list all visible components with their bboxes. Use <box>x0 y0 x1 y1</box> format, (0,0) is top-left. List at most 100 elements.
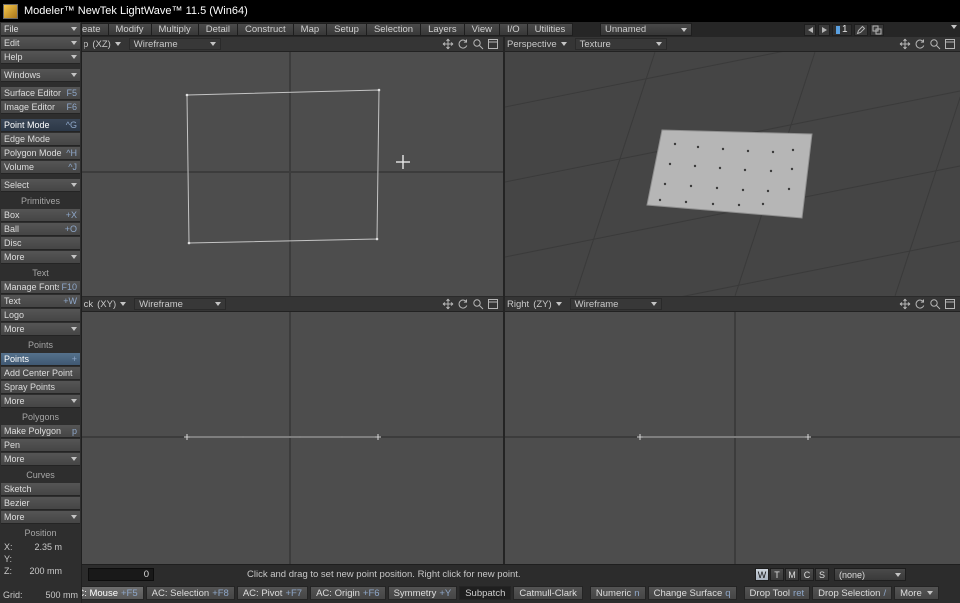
vmap-morph-button[interactable]: M <box>785 568 799 581</box>
tab-view[interactable]: View <box>463 23 499 36</box>
text-tool-button[interactable]: Text +W <box>1 295 80 308</box>
object-name-dropdown[interactable]: Unnamed <box>600 23 692 36</box>
layer-indicator[interactable]: 1 <box>832 23 852 36</box>
layer-prev-button[interactable] <box>804 23 816 36</box>
zoom-icon[interactable] <box>472 298 484 310</box>
pen-tool-button[interactable]: Pen <box>1 439 80 452</box>
vmap-color-button[interactable]: C <box>800 568 814 581</box>
tab-setup[interactable]: Setup <box>326 23 366 36</box>
viewport-mode-dropdown[interactable]: Wireframe <box>134 298 227 310</box>
viewport-right-zy[interactable] <box>505 312 960 564</box>
subpatch-button[interactable]: Subpatch <box>459 586 512 600</box>
edge-mode-button[interactable]: Edge Mode <box>1 133 80 146</box>
points-more-button[interactable]: More <box>1 395 80 408</box>
volume-mode-button[interactable]: Volume ^J <box>1 161 80 174</box>
pen-tool-label: Pen <box>4 440 21 450</box>
change-surface-button[interactable]: Change Surface q <box>647 586 737 600</box>
maximize-icon[interactable] <box>487 298 499 310</box>
disc-tool-button[interactable]: Disc <box>1 237 80 250</box>
select-menu-button[interactable]: Select <box>1 179 80 192</box>
rotate-icon[interactable] <box>457 298 469 310</box>
tab-multiply[interactable]: Multiply <box>150 23 198 36</box>
bezier-tool-button[interactable]: Bezier <box>1 497 80 510</box>
vmap-weight-button[interactable]: W <box>755 568 769 581</box>
volume-mode-label: Volume <box>4 162 35 172</box>
points-tool-button[interactable]: Points + <box>1 353 80 366</box>
polygon-mode-button[interactable]: Polygon Mode ^H <box>1 147 80 160</box>
make-polygon-button[interactable]: Make Polygon p <box>1 425 80 438</box>
numeric-button[interactable]: Numeric n <box>589 586 646 600</box>
logo-tool-button[interactable]: Logo <box>1 309 80 322</box>
manage-fonts-button[interactable]: Manage Fonts F10 <box>1 281 80 294</box>
layer-next-button[interactable] <box>818 23 830 36</box>
tab-construct[interactable]: Construct <box>237 23 293 36</box>
spray-points-button[interactable]: Spray Points <box>1 381 80 394</box>
rotate-icon[interactable] <box>914 298 926 310</box>
viewport-top-xz[interactable] <box>82 52 503 296</box>
windows-menu-button[interactable]: Windows <box>1 69 80 82</box>
ac-origin-button[interactable]: AC: Origin +F6 <box>310 586 386 600</box>
curves-more-button[interactable]: More <box>1 511 80 524</box>
primitives-more-button[interactable]: More <box>1 251 80 264</box>
bg-layer-button[interactable] <box>869 23 884 36</box>
viewport-mode-dropdown[interactable]: Wireframe <box>569 298 662 310</box>
tab-io[interactable]: I/O <box>499 23 527 36</box>
pan-icon[interactable] <box>442 298 454 310</box>
viewport-name-dropdown[interactable]: Back(XY) <box>84 299 127 310</box>
rotate-icon[interactable] <box>457 38 469 50</box>
vmap-selection-button[interactable]: S <box>815 568 829 581</box>
tab-create[interactable]: Create <box>82 23 108 36</box>
pan-icon[interactable] <box>899 38 911 50</box>
zoom-icon[interactable] <box>929 38 941 50</box>
polygons-more-button[interactable]: More <box>1 453 80 466</box>
symmetry-button[interactable]: Symmetry +Y <box>387 586 458 600</box>
surface-editor-button[interactable]: Surface Editor F5 <box>1 87 80 100</box>
ball-tool-button[interactable]: Ball +O <box>1 223 80 236</box>
tab-selection[interactable]: Selection <box>365 23 421 36</box>
zoom-icon[interactable] <box>929 298 941 310</box>
help-menu-button[interactable]: Help <box>1 51 80 64</box>
tab-modify[interactable]: Modify <box>107 23 151 36</box>
vmap-dropdown[interactable]: (none) <box>834 568 906 581</box>
add-center-point-button[interactable]: Add Center Point <box>1 367 80 380</box>
maximize-icon[interactable] <box>944 38 956 50</box>
windows-menu-label: Windows <box>4 70 41 80</box>
numeric-input[interactable]: 0 <box>88 568 154 581</box>
viewport-back-xy[interactable] <box>82 312 503 564</box>
ac-selection-button[interactable]: AC: Selection +F8 <box>145 586 235 600</box>
ac-pivot-button[interactable]: AC: Pivot +F7 <box>236 586 309 600</box>
tab-layers[interactable]: Layers <box>420 23 464 36</box>
left-sidebar: File Edit Help Windows Surface Editor F5 … <box>0 22 82 603</box>
maximize-icon[interactable] <box>487 38 499 50</box>
pan-icon[interactable] <box>899 298 911 310</box>
drop-selection-button[interactable]: Drop Selection / <box>812 586 893 600</box>
tab-detail[interactable]: Detail <box>197 23 237 36</box>
tab-overflow-dropdown[interactable] <box>951 25 957 29</box>
sketch-tool-button[interactable]: Sketch <box>1 483 80 496</box>
point-mode-button[interactable]: Point Mode ^G <box>1 119 80 132</box>
viewport-name-dropdown[interactable]: Right (ZY) <box>507 299 562 310</box>
tab-map[interactable]: Map <box>292 23 327 36</box>
text-more-button[interactable]: More <box>1 323 80 336</box>
rotate-icon[interactable] <box>914 38 926 50</box>
vmap-texture-button[interactable]: T <box>770 568 784 581</box>
fg-layer-button[interactable] <box>853 23 868 36</box>
zoom-icon[interactable] <box>472 38 484 50</box>
viewport-mode-dropdown[interactable]: Wireframe <box>128 38 221 50</box>
viewport-mode-dropdown[interactable]: Texture <box>574 38 667 50</box>
tab-utilities[interactable]: Utilities <box>526 23 574 36</box>
catmull-clark-button[interactable]: Catmull-Clark <box>513 586 583 600</box>
image-editor-button[interactable]: Image Editor F6 <box>1 101 80 114</box>
viewport-splitter[interactable] <box>503 37 505 564</box>
ac-mouse-button[interactable]: AC: Mouse+F5 <box>82 586 144 600</box>
drop-tool-button[interactable]: Drop Tool ret <box>743 586 811 600</box>
pan-icon[interactable] <box>442 38 454 50</box>
edit-menu-button[interactable]: Edit <box>1 37 80 50</box>
viewport-name-dropdown[interactable]: Top(XZ) <box>84 39 121 50</box>
box-tool-button[interactable]: Box +X <box>1 209 80 222</box>
toolbar-more-button[interactable]: More <box>894 586 939 600</box>
viewport-name-dropdown[interactable]: Perspective <box>507 39 567 50</box>
maximize-icon[interactable] <box>944 298 956 310</box>
viewport-perspective[interactable] <box>505 52 960 296</box>
file-menu-button[interactable]: File <box>1 23 80 36</box>
